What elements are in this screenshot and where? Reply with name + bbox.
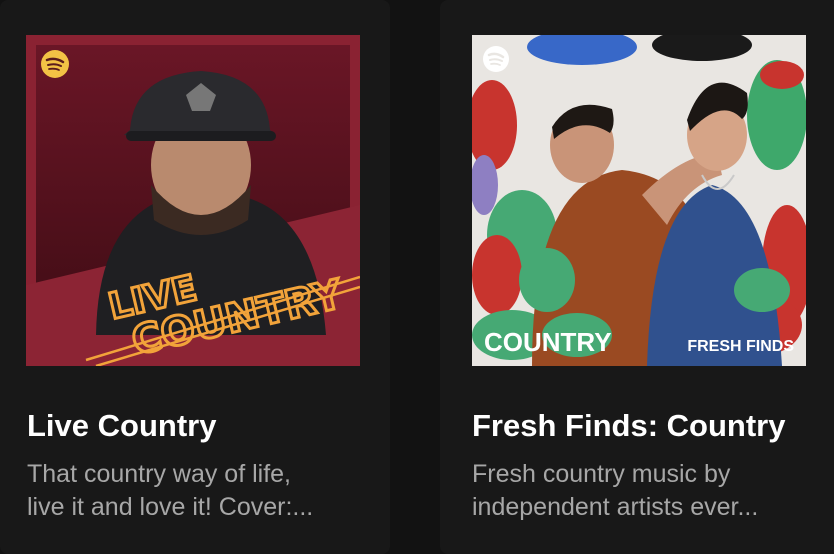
description-line-1: That country way of life, bbox=[27, 460, 292, 488]
live-country-cover-art: LIVE COUNTRY bbox=[26, 35, 360, 366]
playlist-title[interactable]: Live Country bbox=[27, 408, 216, 444]
fresh-finds-cover-art: COUNTRY FRESH FINDS bbox=[472, 35, 806, 366]
playlist-title[interactable]: Fresh Finds: Country bbox=[472, 408, 785, 444]
spotify-logo-icon bbox=[41, 50, 69, 78]
playlist-description: Fresh country music by independent artis… bbox=[472, 458, 812, 524]
description-line-1: Fresh country music by bbox=[472, 460, 731, 488]
description-line-2: independent artists ever... bbox=[472, 493, 759, 521]
playlist-card-fresh-finds-country[interactable]: COUNTRY FRESH FINDS Fresh Finds: Country… bbox=[440, 0, 834, 554]
playlist-description: That country way of life, live it and lo… bbox=[27, 458, 367, 524]
description-line-2: live it and love it! Cover:... bbox=[27, 493, 314, 521]
playlist-card-live-country[interactable]: LIVE COUNTRY Live Country That country w… bbox=[0, 0, 390, 554]
playlist-cover-fresh-finds-country[interactable]: COUNTRY FRESH FINDS bbox=[472, 35, 806, 366]
cover-text-country: COUNTRY bbox=[484, 327, 612, 357]
playlist-cover-live-country[interactable]: LIVE COUNTRY bbox=[26, 35, 360, 366]
spotify-logo-icon bbox=[483, 46, 509, 72]
cover-text-fresh-finds: FRESH FINDS bbox=[687, 338, 794, 355]
